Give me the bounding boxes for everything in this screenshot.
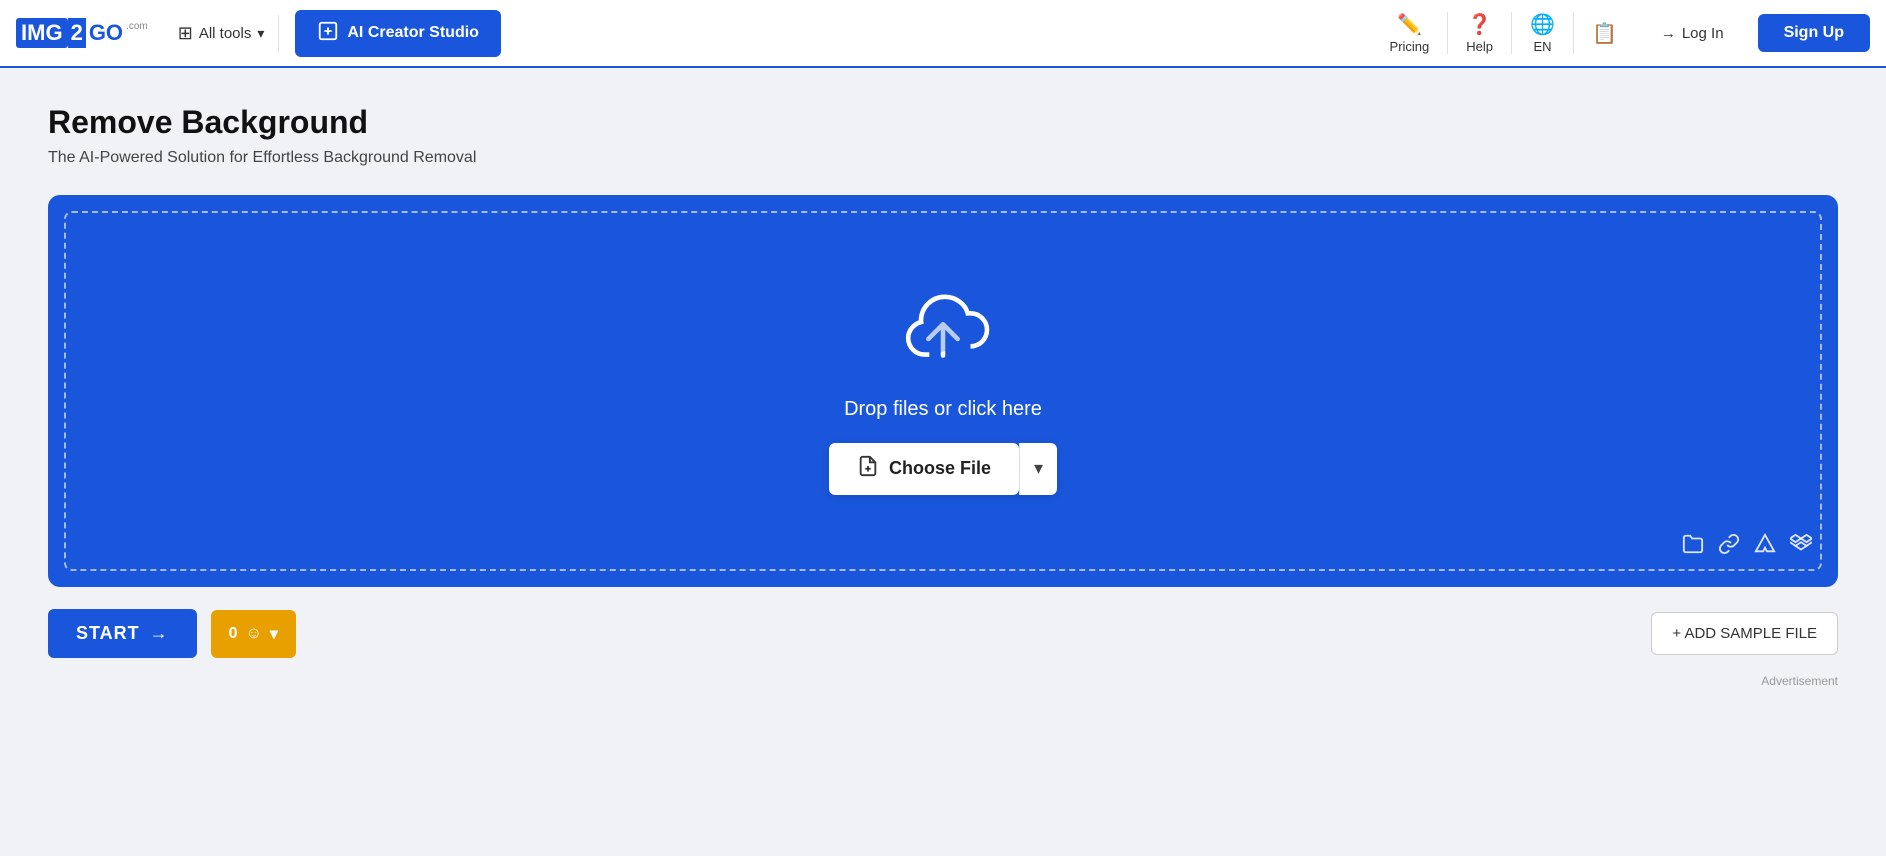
page-subtitle: The AI-Powered Solution for Effortless B… [48, 149, 1838, 167]
counter-chevron-icon: ▾ [270, 624, 278, 644]
start-arrow-icon: → [150, 623, 169, 644]
main-content: Remove Background The AI-Powered Solutio… [0, 68, 1886, 712]
nav-help[interactable]: ❓ Help [1448, 12, 1512, 54]
chevron-down-icon: ▾ [257, 25, 264, 42]
dropzone-outer: Drop files or click here Choose File [48, 195, 1838, 587]
dropzone[interactable]: Drop files or click here Choose File [64, 211, 1822, 571]
advertisement-text: Advertisement [48, 674, 1838, 688]
chevron-down-icon: ▾ [1034, 458, 1043, 478]
start-button[interactable]: START → [48, 609, 197, 658]
logo-img: IMG [16, 18, 68, 48]
logo-go: GO [86, 18, 126, 48]
signup-button[interactable]: Sign Up [1758, 14, 1870, 52]
help-icon: ❓ [1467, 12, 1492, 37]
choose-file-group: Choose File ▾ [829, 443, 1057, 495]
file-icon [857, 455, 879, 483]
upload-cloud-icon [888, 288, 998, 378]
ai-creator-icon [317, 20, 339, 47]
all-tools-label: All tools [199, 25, 252, 42]
footer-controls: START → 0 ☺ ▾ + ADD SAMPLE FILE [48, 609, 1838, 658]
pricing-icon: ✏️ [1397, 12, 1422, 37]
login-arrow-icon: → [1661, 25, 1676, 42]
grid-icon: ⊞ [178, 23, 193, 44]
counter-button[interactable]: 0 ☺ ▾ [211, 610, 296, 658]
drop-text: Drop files or click here [844, 398, 1042, 421]
all-tools-button[interactable]: ⊞ All tools ▾ [164, 15, 280, 52]
header-nav: ✏️ Pricing ❓ Help 🌐 EN 📋 [1372, 12, 1635, 54]
dropbox-icon[interactable] [1790, 533, 1812, 561]
folder-icon[interactable] [1682, 533, 1704, 561]
link-icon[interactable] [1718, 533, 1740, 561]
choose-file-button[interactable]: Choose File [829, 443, 1019, 495]
logo: IMG 2 GO .com [16, 18, 148, 48]
login-label: Log In [1682, 25, 1724, 42]
start-label: START [76, 623, 140, 644]
page-title: Remove Background [48, 104, 1838, 141]
clipboard-icon: 📋 [1592, 21, 1617, 46]
nav-notifications[interactable]: 📋 [1574, 21, 1635, 46]
signup-label: Sign Up [1784, 24, 1844, 41]
pricing-label: Pricing [1390, 39, 1430, 54]
logo-com: .com [126, 21, 148, 32]
choose-file-dropdown-button[interactable]: ▾ [1019, 443, 1057, 495]
ai-creator-button[interactable]: AI Creator Studio [295, 10, 501, 57]
login-button[interactable]: → Log In [1643, 17, 1742, 50]
globe-icon: 🌐 [1530, 12, 1555, 37]
help-label: Help [1466, 39, 1493, 54]
dropzone-bottom-icons [1682, 533, 1812, 561]
choose-file-label: Choose File [889, 458, 991, 479]
google-drive-icon[interactable] [1754, 533, 1776, 561]
header: IMG 2 GO .com ⊞ All tools ▾ AI Creator S… [0, 0, 1886, 68]
ai-creator-label: AI Creator Studio [347, 24, 479, 42]
language-label: EN [1533, 39, 1551, 54]
counter-icon: ☺ [246, 625, 262, 643]
logo-two: 2 [68, 18, 86, 48]
add-sample-label: + ADD SAMPLE FILE [1672, 625, 1817, 642]
add-sample-button[interactable]: + ADD SAMPLE FILE [1651, 612, 1838, 655]
counter-value: 0 [229, 625, 238, 643]
nav-language[interactable]: 🌐 EN [1512, 12, 1574, 54]
nav-pricing[interactable]: ✏️ Pricing [1372, 12, 1449, 54]
